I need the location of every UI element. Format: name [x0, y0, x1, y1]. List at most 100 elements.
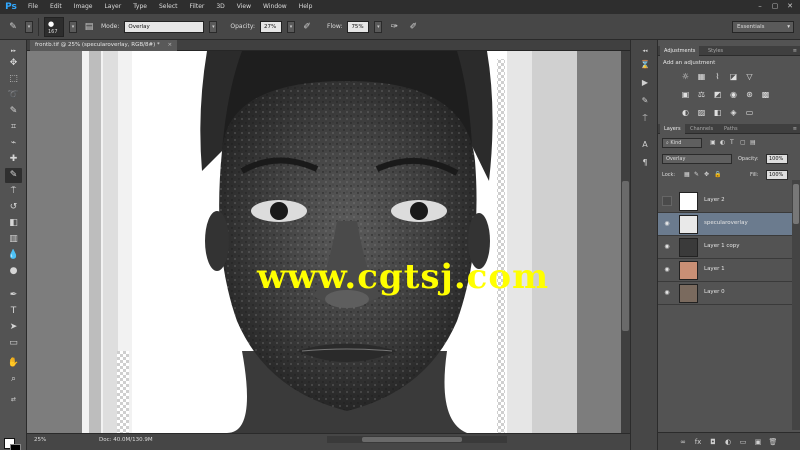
filter-adjustment-icon[interactable]: ◐: [720, 138, 725, 148]
photo-filter-icon[interactable]: ◉: [728, 89, 739, 100]
layer-opacity-field[interactable]: 100%: [766, 154, 788, 164]
black-white-icon[interactable]: ◩: [712, 89, 723, 100]
close-icon[interactable]: ×: [167, 42, 172, 48]
mode-dropdown-arrow[interactable]: ▾: [209, 20, 218, 33]
brush-preset-icon[interactable]: ✎: [6, 20, 20, 34]
horizontal-scroll-thumb[interactable]: [362, 437, 462, 442]
tab-paths[interactable]: Paths: [720, 124, 742, 134]
layers-scrollbar[interactable]: [792, 180, 800, 430]
actions-panel-icon[interactable]: ▶: [637, 76, 653, 90]
layer-row[interactable]: ◉ Layer 1 copy: [658, 236, 792, 259]
brush-size-picker[interactable]: ● 167: [44, 16, 64, 37]
tab-styles[interactable]: Styles: [704, 46, 727, 56]
pressure-size-icon[interactable]: ✐: [406, 20, 420, 34]
gradient-map-icon[interactable]: ▭: [744, 107, 755, 118]
crop-tool-icon[interactable]: ⌗: [5, 120, 22, 135]
layer-row[interactable]: ◉ Layer 1: [658, 259, 792, 282]
layer-filter-select[interactable]: ⌕ Kind: [662, 138, 702, 148]
layer-row[interactable]: ◉ specularoverlay: [658, 213, 792, 236]
vertical-scroll-thumb[interactable]: [622, 181, 629, 331]
pen-tool-icon[interactable]: ✒: [5, 288, 22, 303]
brightness-contrast-icon[interactable]: ☼: [680, 71, 691, 82]
color-balance-icon[interactable]: ⚖: [696, 89, 707, 100]
adjustment-layer-icon[interactable]: ◐: [723, 437, 733, 447]
marquee-tool-icon[interactable]: ⬚: [5, 72, 22, 87]
fill-field[interactable]: 100%: [766, 170, 788, 180]
threshold-icon[interactable]: ◧: [712, 107, 723, 118]
background-color-swatch[interactable]: [10, 444, 21, 450]
menu-type[interactable]: Type: [127, 0, 153, 14]
menu-help[interactable]: Help: [293, 0, 319, 14]
workspace-select[interactable]: Essentials ▾: [732, 21, 794, 33]
dock-collapse-icon[interactable]: ◂◂: [637, 44, 653, 58]
lock-transparent-icon[interactable]: ▦: [684, 170, 690, 180]
filter-smart-object-icon[interactable]: ▤: [750, 138, 756, 148]
opacity-field[interactable]: 27%: [260, 20, 283, 33]
add-mask-icon[interactable]: ◘: [708, 437, 718, 447]
color-lookup-icon[interactable]: ▩: [760, 89, 771, 100]
character-panel-icon[interactable]: A: [637, 138, 653, 152]
rectangle-tool-icon[interactable]: ▭: [5, 336, 22, 351]
menu-select[interactable]: Select: [153, 0, 184, 14]
menu-edit[interactable]: Edit: [44, 0, 68, 14]
exposure-icon[interactable]: ◪: [728, 71, 739, 82]
new-layer-icon[interactable]: ▣: [753, 437, 763, 447]
blend-mode-select[interactable]: Overlay: [662, 154, 732, 164]
filter-type-icon[interactable]: T: [730, 138, 734, 148]
menu-3d[interactable]: 3D: [210, 0, 230, 14]
menu-image[interactable]: Image: [68, 0, 99, 14]
eyedropper-tool-icon[interactable]: ⌁: [5, 136, 22, 151]
move-tool-icon[interactable]: ✥: [5, 56, 22, 71]
hue-saturation-icon[interactable]: ▣: [680, 89, 691, 100]
vibrance-icon[interactable]: ▽: [744, 71, 755, 82]
opacity-slider-arrow[interactable]: ▾: [287, 20, 296, 33]
invert-icon[interactable]: ◐: [680, 107, 691, 118]
dodge-tool-icon[interactable]: ●: [5, 264, 22, 279]
channel-mixer-icon[interactable]: ⊛: [744, 89, 755, 100]
menu-filter[interactable]: Filter: [184, 0, 211, 14]
layers-scroll-thumb[interactable]: [793, 184, 799, 224]
tab-adjustments[interactable]: Adjustments: [660, 46, 700, 56]
clone-stamp-tool-icon[interactable]: ⍑: [5, 184, 22, 199]
maximize-button[interactable]: ▢: [769, 1, 781, 11]
gradient-tool-icon[interactable]: ▥: [5, 232, 22, 247]
tab-channels[interactable]: Channels: [686, 124, 717, 134]
selective-color-icon[interactable]: ◈: [728, 107, 739, 118]
tool-preset-dropdown[interactable]: ▾: [25, 20, 33, 33]
paragraph-panel-icon[interactable]: ¶: [637, 156, 653, 170]
history-brush-tool-icon[interactable]: ↺: [5, 200, 22, 215]
lasso-tool-icon[interactable]: ➰: [5, 88, 22, 103]
lock-all-icon[interactable]: 🔒: [714, 170, 721, 180]
canvas-area[interactable]: www.cgtsj.com: [27, 51, 621, 433]
link-layers-icon[interactable]: ∞: [678, 437, 688, 447]
quick-select-tool-icon[interactable]: ✎: [5, 104, 22, 119]
zoom-level[interactable]: 25%: [34, 437, 46, 443]
swap-colors-icon[interactable]: ⇄: [5, 392, 22, 407]
levels-icon[interactable]: ▦: [696, 71, 707, 82]
layer-row[interactable]: ◉ Layer 0: [658, 282, 792, 305]
minimize-button[interactable]: –: [754, 1, 766, 11]
eraser-tool-icon[interactable]: ◧: [5, 216, 22, 231]
pressure-opacity-icon[interactable]: ✐: [300, 20, 314, 34]
brush-size-dropdown[interactable]: ▾: [69, 20, 77, 33]
delete-layer-icon[interactable]: 🗑: [768, 437, 778, 447]
eye-icon[interactable]: ◉: [662, 219, 672, 229]
layer-style-icon[interactable]: fx: [693, 437, 703, 447]
healing-brush-tool-icon[interactable]: ✚: [5, 152, 22, 167]
menu-layer[interactable]: Layer: [98, 0, 127, 14]
panel-menu-icon[interactable]: ≡: [793, 46, 797, 56]
brush-panel-icon[interactable]: ✎: [637, 94, 653, 108]
flow-field[interactable]: 75%: [347, 20, 370, 33]
horizontal-scrollbar[interactable]: [327, 436, 507, 443]
close-button[interactable]: ✕: [784, 1, 796, 11]
menu-view[interactable]: View: [231, 0, 257, 14]
brush-panel-toggle-icon[interactable]: ▤: [82, 20, 96, 34]
mode-select[interactable]: Overlay: [124, 20, 205, 33]
menu-window[interactable]: Window: [257, 0, 293, 14]
airbrush-icon[interactable]: ✑: [387, 20, 401, 34]
history-panel-icon[interactable]: ⌛: [637, 58, 653, 72]
clone-source-panel-icon[interactable]: ⍑: [637, 112, 653, 126]
document-tab[interactable]: frontb.tif @ 25% (specularoverlay, RGB/8…: [30, 40, 178, 51]
panel-menu-icon[interactable]: ≡: [793, 124, 797, 134]
zoom-tool-icon[interactable]: ⌕: [5, 372, 22, 387]
